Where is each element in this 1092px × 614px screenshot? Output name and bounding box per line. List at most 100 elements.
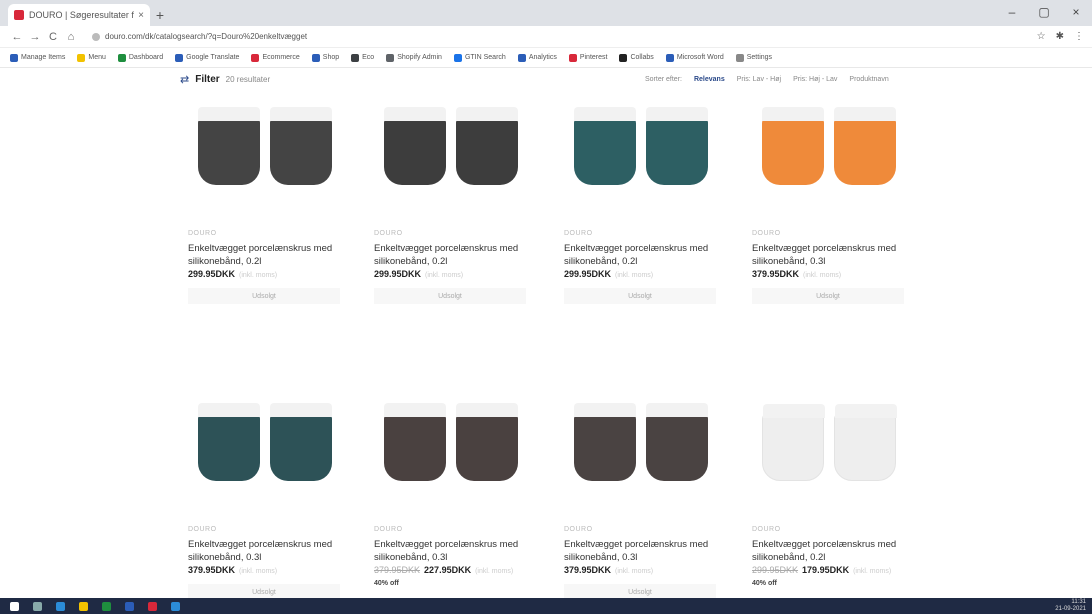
mug-image xyxy=(456,403,518,481)
bookmark-item[interactable]: Shop xyxy=(311,53,339,62)
bookmark-item[interactable]: Pinterest xyxy=(568,53,607,62)
bookmark-item[interactable]: Manage Items xyxy=(10,53,65,62)
sort-option[interactable]: Relevans xyxy=(694,76,725,83)
minimize-button[interactable]: – xyxy=(996,0,1028,26)
sold-out-button[interactable]: Udsolgt xyxy=(374,288,526,304)
mug-image xyxy=(198,403,260,481)
bookmark-item[interactable]: Microsoft Word xyxy=(665,53,724,62)
taskbar: 11:31 21-09-2021 xyxy=(0,598,1092,614)
sold-out-button[interactable]: Udsolgt xyxy=(564,288,716,304)
filter-icon[interactable]: ⇄ xyxy=(180,73,189,86)
browser-menu-icon[interactable]: ⋮ xyxy=(1074,31,1084,42)
mug-image xyxy=(270,107,332,185)
reload-button[interactable]: C xyxy=(44,31,62,43)
sort-option[interactable]: Produktnavn xyxy=(849,76,888,83)
clock-time: 11:31 xyxy=(1071,599,1086,605)
bookmark-star-icon[interactable]: ☆ xyxy=(1037,31,1046,42)
bookmark-item[interactable]: Dashboard xyxy=(117,53,163,62)
product-card[interactable]: DOURO Enkeltvægget porcelænskrus med sili… xyxy=(180,392,350,600)
back-button[interactable]: ← xyxy=(8,31,26,43)
tab-close-icon[interactable]: × xyxy=(138,10,144,21)
close-window-button[interactable]: × xyxy=(1060,0,1092,26)
product-name[interactable]: Enkeltvægget porcelænskrus med silikoneb… xyxy=(752,538,912,564)
product-brand: DOURO xyxy=(374,526,403,533)
product-brand: DOURO xyxy=(564,230,593,237)
bookmark-label: Microsoft Word xyxy=(676,54,724,61)
sort-options: Sorter efter: Relevans Pris: Lav - Høj Pris… xyxy=(645,76,889,83)
bookmark-item[interactable]: Shopify Admin xyxy=(386,53,442,62)
mug-image xyxy=(646,107,708,185)
product-name[interactable]: Enkeltvægget porcelænskrus med silikoneb… xyxy=(564,538,724,564)
mug-image xyxy=(574,107,636,185)
vat-note: (inkl. moms) xyxy=(239,568,278,575)
product-name[interactable]: Enkeltvægget porcelænskrus med silikoneb… xyxy=(374,538,534,564)
windows-start-icon[interactable] xyxy=(10,601,19,611)
mug-image xyxy=(574,403,636,481)
price-row: 299.95DKK 179.95DKK (inkl. moms) xyxy=(752,565,891,575)
bookmark-item[interactable]: Analytics xyxy=(517,53,557,62)
mug-image xyxy=(834,404,897,481)
product-image[interactable] xyxy=(744,96,914,206)
product-name[interactable]: Enkeltvægget porcelænskrus med silikoneb… xyxy=(752,242,912,268)
product-image[interactable] xyxy=(556,392,726,502)
vat-note: (inkl. moms) xyxy=(615,272,654,279)
product-name[interactable]: Enkeltvægget porcelænskrus med silikoneb… xyxy=(374,242,534,268)
maximize-button[interactable]: ▢ xyxy=(1028,0,1060,26)
sold-out-button[interactable]: Udsolgt xyxy=(188,288,340,304)
product-image[interactable] xyxy=(744,392,914,502)
product-card[interactable]: DOURO Enkeltvægget porcelænskrus med sili… xyxy=(744,96,914,304)
sort-option[interactable]: Pris: Lav - Høj xyxy=(737,76,781,83)
product-card[interactable]: DOURO Enkeltvægget porcelænskrus med sili… xyxy=(556,96,726,304)
system-clock[interactable]: 11:31 21-09-2021 xyxy=(1055,599,1086,613)
product-card[interactable]: DOURO Enkeltvægget porcelænskrus med sili… xyxy=(366,392,536,592)
app-icon[interactable] xyxy=(171,601,180,611)
product-image[interactable] xyxy=(366,392,536,502)
bookmark-label: Shopify Admin xyxy=(397,54,442,61)
bookmark-item[interactable]: Settings xyxy=(735,53,772,62)
product-brand: DOURO xyxy=(374,230,403,237)
taskview-icon[interactable] xyxy=(56,601,65,611)
product-price: 179.95DKK xyxy=(802,565,850,575)
filter-button[interactable]: Filter xyxy=(195,74,219,85)
product-name[interactable]: Enkeltvægget porcelænskrus med silikoneb… xyxy=(188,242,348,268)
product-price: 379.95DKK xyxy=(752,269,800,279)
browser-tab[interactable]: DOURO | Søgeresultater for × xyxy=(8,4,150,26)
address-bar[interactable]: douro.com/dk/catalogsearch/?q=Douro%20en… xyxy=(86,29,1029,45)
bookmark-item[interactable]: Collabs xyxy=(619,53,654,62)
product-card[interactable]: DOURO Enkeltvægget porcelænskrus med sili… xyxy=(366,96,536,304)
vat-note: (inkl. moms) xyxy=(803,272,842,279)
bookmark-label: Eco xyxy=(362,54,375,61)
bookmark-item[interactable]: GTIN Search xyxy=(453,53,506,62)
product-name[interactable]: Enkeltvægget porcelænskrus med silikoneb… xyxy=(188,538,348,564)
bookmark-label: Ecommerce xyxy=(262,54,300,61)
product-image[interactable] xyxy=(180,96,350,206)
product-image[interactable] xyxy=(556,96,726,206)
price-row: 299.95DKK (inkl. moms) xyxy=(564,269,653,279)
bookmark-item[interactable]: Eco xyxy=(351,53,375,62)
bookmark-favicon-icon xyxy=(351,53,360,62)
discount-badge: 40% off xyxy=(374,580,399,587)
outlook-icon[interactable] xyxy=(125,601,134,611)
sort-option[interactable]: Pris: Høj - Lav xyxy=(793,76,837,83)
extensions-icon[interactable]: ✱ xyxy=(1056,31,1064,42)
bookmark-item[interactable]: Google Translate xyxy=(175,53,239,62)
home-button[interactable]: ⌂ xyxy=(62,31,80,43)
product-image[interactable] xyxy=(180,392,350,502)
file-explorer-icon[interactable] xyxy=(79,601,88,611)
bookmark-item[interactable]: Ecommerce xyxy=(251,53,300,62)
product-card[interactable]: DOURO Enkeltvægget porcelænskrus med sili… xyxy=(556,392,726,600)
new-tab-button[interactable]: + xyxy=(150,4,170,26)
product-brand: DOURO xyxy=(188,526,217,533)
product-name[interactable]: Enkeltvægget porcelænskrus med silikoneb… xyxy=(564,242,724,268)
product-card[interactable]: DOURO Enkeltvægget porcelænskrus med sili… xyxy=(744,392,914,592)
sold-out-button[interactable]: Udsolgt xyxy=(752,288,904,304)
chrome-icon[interactable] xyxy=(148,601,157,611)
product-card[interactable]: DOURO Enkeltvægget porcelænskrus med sili… xyxy=(180,96,350,304)
bookmark-favicon-icon xyxy=(735,53,744,62)
forward-button[interactable]: → xyxy=(26,31,44,43)
bookmark-favicon-icon xyxy=(619,53,628,62)
excel-icon[interactable] xyxy=(102,601,111,611)
product-image[interactable] xyxy=(366,96,536,206)
bookmark-item[interactable]: Menu xyxy=(77,53,106,62)
search-icon[interactable] xyxy=(33,601,42,611)
